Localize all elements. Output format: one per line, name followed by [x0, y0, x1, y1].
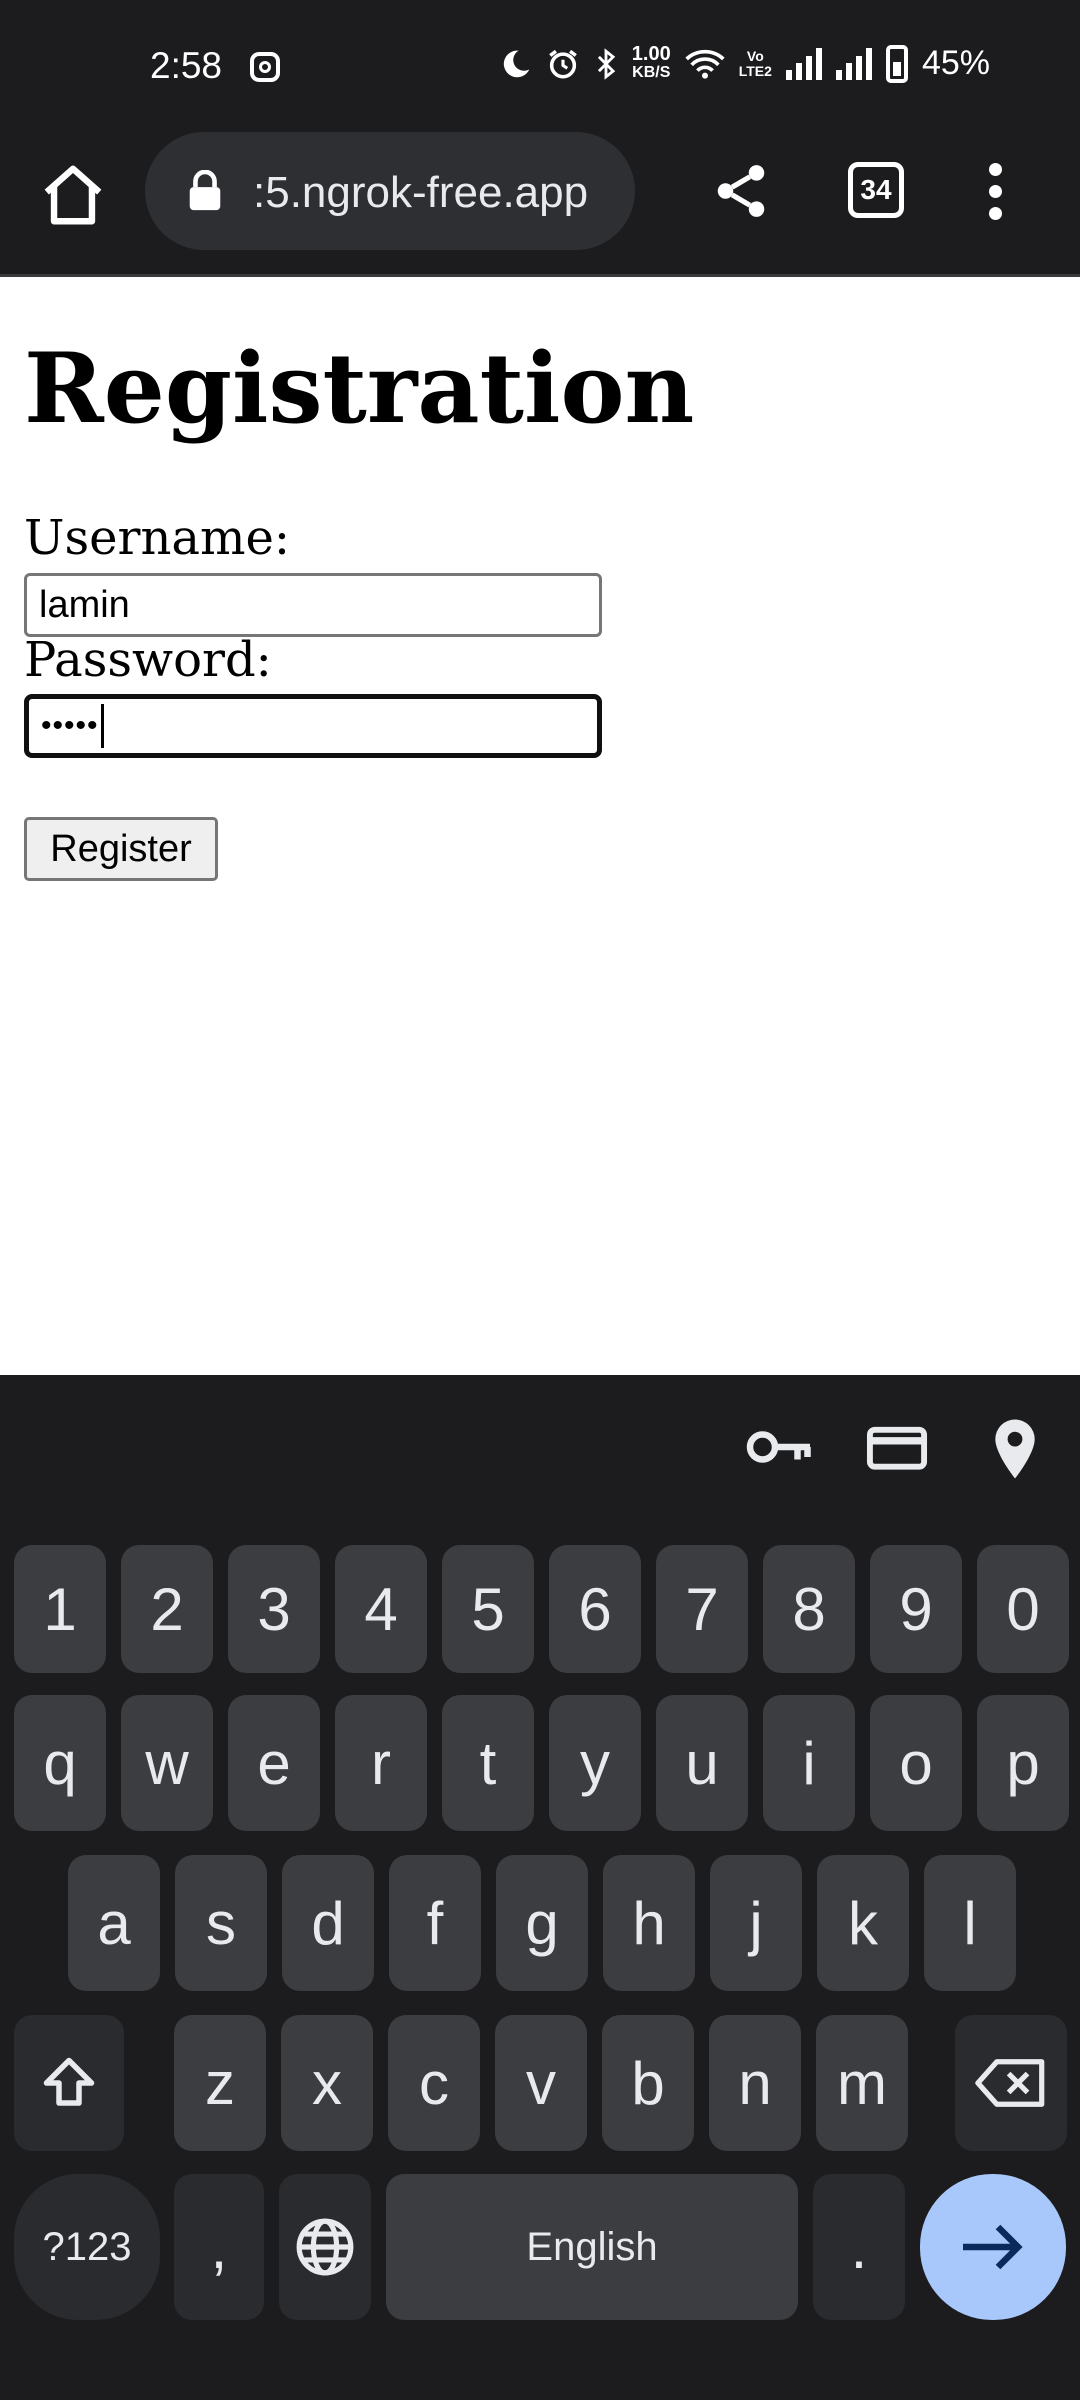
- key-0[interactable]: 0: [977, 1545, 1069, 1673]
- volte-top: Vo: [746, 47, 764, 64]
- instagram-icon: [250, 52, 280, 82]
- signal-2-icon: [835, 47, 872, 80]
- bluetooth-icon: [594, 47, 618, 81]
- key-1[interactable]: 1: [14, 1545, 106, 1673]
- period-key[interactable]: .: [813, 2174, 905, 2320]
- key-m[interactable]: m: [816, 2015, 908, 2151]
- battery-icon: [885, 44, 908, 83]
- key-a[interactable]: a: [68, 1855, 160, 1991]
- key-3[interactable]: 3: [228, 1545, 320, 1673]
- shift-key[interactable]: [14, 2015, 124, 2151]
- enter-key[interactable]: [920, 2174, 1066, 2320]
- key-v[interactable]: v: [495, 2015, 587, 2151]
- volte-bottom: LTE2: [738, 62, 772, 79]
- battery-percent: 45%: [921, 44, 990, 82]
- volte-indicator: Vo LTE2: [738, 47, 772, 79]
- space-key[interactable]: English: [386, 2174, 798, 2320]
- key-f[interactable]: f: [389, 1855, 481, 1991]
- symbols-key[interactable]: ?123: [14, 2174, 160, 2320]
- key-x[interactable]: x: [281, 2015, 373, 2151]
- password-label: Password:: [24, 632, 272, 688]
- keyboard: 1234567890 qwertyuiop asdfghjkl zxcvbnm ?12…: [0, 1375, 1080, 2400]
- username-label: Username:: [24, 510, 291, 566]
- key-b[interactable]: b: [602, 2015, 694, 2151]
- lock-icon: [187, 169, 223, 212]
- speed-unit: KB/S: [632, 64, 671, 81]
- tab-switcher-button[interactable]: 34: [848, 162, 904, 218]
- key-l[interactable]: l: [924, 1855, 1016, 1991]
- moon-icon: [500, 48, 532, 80]
- key-o[interactable]: o: [870, 1695, 962, 1831]
- keyboard-toolbar: [0, 1375, 1080, 1515]
- speed-value: 1.00: [631, 43, 671, 65]
- wifi-icon: [685, 48, 725, 80]
- username-value: lamin: [39, 583, 130, 626]
- browser-toolbar: :5.ngrok-free.app 34: [0, 132, 1080, 277]
- status-icons: 1.00 KB/S Vo LTE2 45%: [500, 44, 990, 83]
- url-text: :5.ngrok-free.app: [253, 168, 589, 217]
- backspace-key[interactable]: [955, 2015, 1067, 2151]
- key-n[interactable]: n: [709, 2015, 801, 2151]
- key-9[interactable]: 9: [870, 1545, 962, 1673]
- status-bar: 2:58 1.00 KB/S Vo LTE2 45%: [0, 0, 1080, 132]
- key-c[interactable]: c: [388, 2015, 480, 2151]
- card-icon[interactable]: [865, 1417, 935, 1477]
- password-input[interactable]: •••••: [24, 694, 602, 758]
- key-g[interactable]: g: [496, 1855, 588, 1991]
- key-t[interactable]: t: [442, 1695, 534, 1831]
- key-7[interactable]: 7: [656, 1545, 748, 1673]
- key-z[interactable]: z: [174, 2015, 266, 2151]
- key-j[interactable]: j: [710, 1855, 802, 1991]
- key-s[interactable]: s: [175, 1855, 267, 1991]
- password-value: •••••: [41, 709, 99, 742]
- key-i[interactable]: i: [763, 1695, 855, 1831]
- key-u[interactable]: u: [656, 1695, 748, 1831]
- page-title: Registration: [24, 332, 695, 445]
- key-k[interactable]: k: [817, 1855, 909, 1991]
- address-bar[interactable]: :5.ngrok-free.app: [145, 132, 635, 250]
- key-8[interactable]: 8: [763, 1545, 855, 1673]
- register-button[interactable]: Register: [24, 817, 218, 881]
- key-icon[interactable]: [745, 1417, 815, 1477]
- key-r[interactable]: r: [335, 1695, 427, 1831]
- key-5[interactable]: 5: [442, 1545, 534, 1673]
- key-h[interactable]: h: [603, 1855, 695, 1991]
- key-w[interactable]: w: [121, 1695, 213, 1831]
- key-4[interactable]: 4: [335, 1545, 427, 1673]
- key-d[interactable]: d: [282, 1855, 374, 1991]
- share-icon[interactable]: [710, 160, 772, 222]
- key-q[interactable]: q: [14, 1695, 106, 1831]
- text-caret: [100, 704, 104, 748]
- key-p[interactable]: p: [977, 1695, 1069, 1831]
- status-time: 2:58: [150, 45, 223, 86]
- network-speed: 1.00 KB/S: [631, 43, 671, 81]
- more-menu-icon[interactable]: [980, 158, 1010, 228]
- key-y[interactable]: y: [549, 1695, 641, 1831]
- web-page: Registration Username: lamin Password: •…: [0, 280, 1080, 1375]
- key-2[interactable]: 2: [121, 1545, 213, 1673]
- key-e[interactable]: e: [228, 1695, 320, 1831]
- home-icon[interactable]: [38, 160, 108, 230]
- comma-key[interactable]: ,: [174, 2174, 264, 2320]
- username-input[interactable]: lamin: [24, 573, 602, 637]
- key-6[interactable]: 6: [549, 1545, 641, 1673]
- signal-1-icon: [785, 47, 822, 80]
- location-icon[interactable]: [985, 1417, 1055, 1479]
- language-key[interactable]: [279, 2174, 371, 2320]
- alarm-icon: [546, 47, 580, 81]
